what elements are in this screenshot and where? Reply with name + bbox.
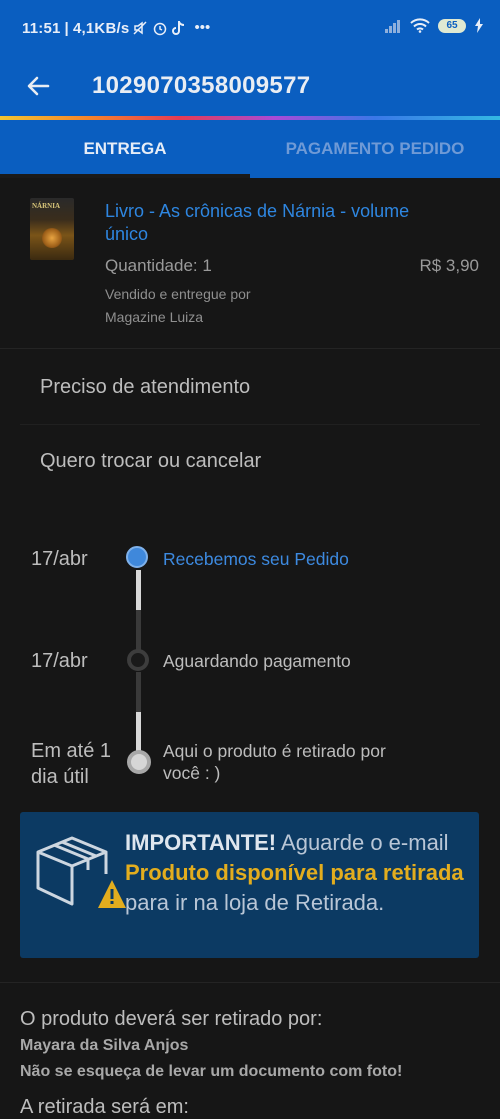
important-heading: IMPORTANTE!	[125, 830, 277, 855]
important-text-1: Aguarde o e-mail	[276, 830, 449, 855]
tiktok-icon	[172, 21, 185, 35]
notification-icons: •••	[132, 19, 210, 36]
tab-pagamento-pedido[interactable]: PAGAMENTO PEDIDO	[250, 120, 500, 178]
timeline-node-pending	[127, 649, 149, 671]
timeline-node-done	[126, 546, 148, 568]
timeline-connector	[136, 570, 141, 610]
more-icon: •••	[194, 19, 211, 36]
important-notice: IMPORTANTE! Aguarde o e-mail Produto dis…	[20, 812, 479, 958]
status-bar: 11:51 | 4,1KB/s ••• 65	[0, 0, 500, 60]
tab-bar: ENTREGA PAGAMENTO PEDIDO	[0, 120, 500, 178]
seller-label: Vendido e entregue por	[105, 286, 251, 302]
product-quantity: Quantidade: 1	[105, 256, 212, 275]
important-text-2: para ir na loja de Retirada.	[125, 890, 385, 915]
important-message: IMPORTANTE! Aguarde o e-mail Produto dis…	[125, 828, 465, 918]
timeline-label: Aqui o produto é retirado por você : )	[163, 740, 386, 784]
status-time-speed: 11:51 | 4,1KB/s	[22, 20, 130, 37]
order-number: 1029070358009577	[92, 72, 311, 99]
app-bar: 1029070358009577	[0, 60, 500, 116]
timeline-node-future	[127, 750, 151, 774]
pickup-location-label: A retirada será em:	[20, 1096, 189, 1118]
seller-name: Magazine Luiza	[105, 309, 204, 325]
timeline-label: Recebemos seu Pedido	[163, 549, 349, 569]
book-cover-image: NÁRNIA	[30, 198, 74, 260]
network-speed: 4,1KB/s	[72, 20, 130, 37]
section-divider	[0, 982, 500, 983]
timeline-date-line: Em até 1	[31, 740, 112, 762]
pickup-document-note: Não se esqueça de levar um documento com…	[20, 1063, 403, 1080]
lion-image	[42, 228, 62, 248]
signal-icon	[385, 19, 400, 33]
tab-entrega[interactable]: ENTREGA	[0, 120, 250, 178]
timeline-connector	[136, 672, 141, 712]
product-name[interactable]: Livro - As crônicas de Nárnia - volume ú…	[105, 200, 455, 246]
pickup-person-name: Mayara da Silva Anjos	[20, 1037, 189, 1054]
battery-icon: 65	[438, 18, 466, 33]
alarm-icon	[153, 22, 167, 36]
timeline-date: 17/abr	[31, 548, 88, 570]
package-warning-icon	[36, 836, 126, 908]
option-label: Quero trocar ou cancelar	[40, 450, 262, 472]
system-icons: 65	[384, 18, 484, 33]
timeline-date: 17/abr	[31, 650, 88, 672]
timeline-label-line: Aqui o produto é retirado por	[163, 741, 386, 761]
arrow-left-icon[interactable]	[22, 70, 54, 102]
timeline-label-line: você : )	[163, 763, 221, 783]
timeline-date-line: dia útil	[31, 766, 89, 788]
timeline-date: Em até 1 dia útil	[31, 738, 111, 790]
important-highlight: Produto disponível para retirada	[125, 860, 464, 885]
timeline-label: Aguardando pagamento	[163, 651, 351, 671]
option-preciso-atendimento[interactable]: Preciso de atendimento	[20, 350, 480, 425]
wifi-icon	[410, 18, 430, 33]
timeline-connector	[136, 610, 141, 650]
status-time: 11:51	[22, 20, 61, 37]
mute-icon	[133, 21, 147, 35]
option-label: Preciso de atendimento	[40, 376, 251, 398]
option-trocar-cancelar[interactable]: Quero trocar ou cancelar	[20, 424, 480, 498]
product-card[interactable]: NÁRNIA Livro - As crônicas de Nárnia - v…	[0, 178, 500, 349]
product-price: R$ 3,90	[419, 256, 479, 275]
pickup-label: O produto deverá ser retirado por:	[20, 1008, 323, 1030]
book-cover-title: NÁRNIA	[32, 202, 60, 210]
charging-icon	[475, 18, 483, 33]
timeline-connector	[136, 712, 141, 752]
